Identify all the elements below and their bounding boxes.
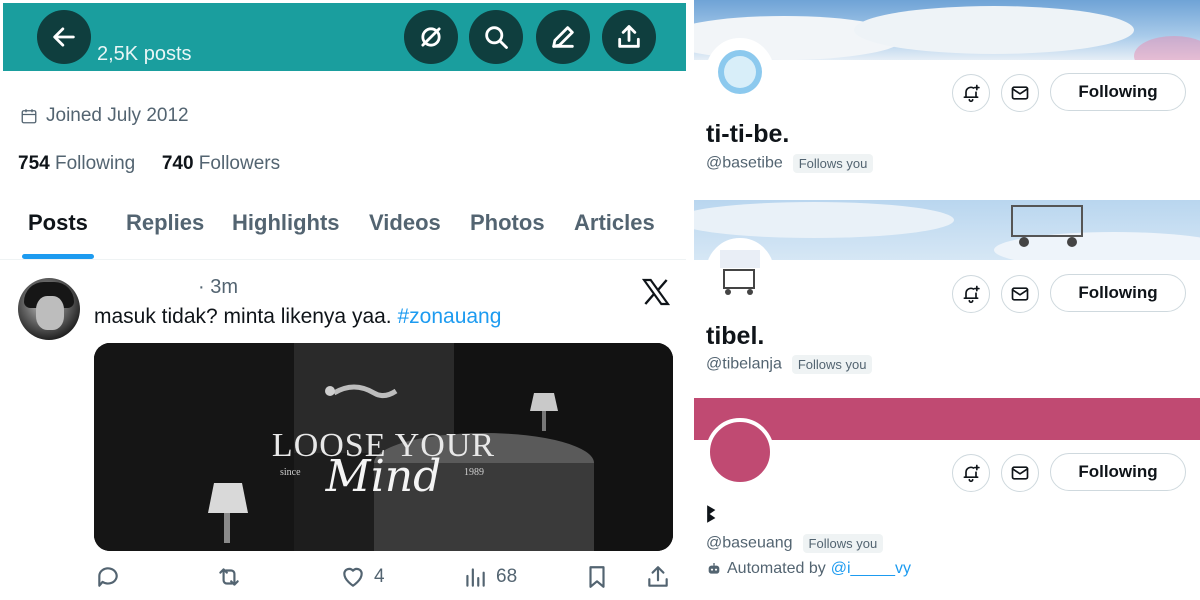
share-post-button[interactable] [645, 564, 671, 590]
post-media-image[interactable]: LOOSE YOUR Mind since 1989 [94, 343, 673, 551]
arrow-left-icon [53, 27, 75, 47]
x-logo-icon [641, 278, 671, 306]
envelope-icon [1011, 86, 1029, 100]
account-avatar[interactable] [706, 238, 774, 306]
search-icon [485, 26, 508, 49]
share-button[interactable] [602, 10, 656, 64]
account-name: ti-ti-be. [706, 120, 790, 148]
notify-button[interactable] [952, 454, 990, 492]
repost-icon [219, 568, 239, 586]
media-title-line2: Mind [325, 451, 442, 502]
active-tab-indicator [22, 254, 94, 259]
followers-count[interactable]: 740 [162, 153, 194, 174]
account-handle-row: @baseuang Follows you [706, 534, 884, 553]
search-button[interactable] [469, 10, 523, 64]
tab-photos[interactable]: Photos [470, 210, 545, 236]
bot-icon [708, 563, 720, 574]
message-button[interactable] [1001, 454, 1039, 492]
following-label[interactable]: Following [55, 153, 135, 174]
tab-highlights[interactable]: Highlights [232, 210, 340, 236]
edit-button[interactable] [536, 10, 590, 64]
tab-videos[interactable]: Videos [369, 210, 441, 236]
media-since: since [280, 467, 301, 478]
grok-button[interactable] [404, 10, 458, 64]
account-name: ꔪ [706, 502, 717, 527]
account-card[interactable]: Following ꔪ @baseuang Follows you Automat… [694, 398, 1200, 600]
share-icon [648, 566, 668, 587]
profile-banner [694, 200, 1200, 260]
repost-button[interactable] [216, 564, 242, 590]
post-count: 2,5K posts [97, 43, 192, 65]
automated-by-link[interactable]: @i_____vy [831, 560, 911, 578]
bookmark-icon [589, 566, 605, 588]
automated-prefix: Automated by [727, 560, 826, 577]
envelope-icon [1011, 287, 1029, 301]
account-avatar[interactable] [706, 38, 774, 106]
joined-date: Joined July 2012 [20, 105, 189, 127]
pencil-icon [552, 26, 574, 48]
following-list: Following ti-ti-be. @basetibe Follows you [694, 0, 1200, 600]
following-count[interactable]: 754 [18, 153, 50, 174]
message-button[interactable] [1001, 275, 1039, 313]
account-name: tibel. [706, 322, 765, 350]
account-handle: @baseuang [706, 534, 793, 552]
tab-posts[interactable]: Posts [28, 210, 88, 236]
message-button[interactable] [1001, 74, 1039, 112]
views-icon [466, 568, 485, 587]
account-handle: @tibelanja [706, 355, 782, 373]
bell-plus-icon [963, 285, 980, 304]
grok-icon [421, 27, 441, 47]
automated-label: Automated by @i_____vy [706, 560, 911, 578]
profile-tabs: Posts Replies Highlights Videos Photos A… [0, 198, 686, 260]
views-button[interactable]: 68 [462, 564, 517, 590]
tab-replies[interactable]: Replies [126, 210, 204, 236]
calendar-icon [21, 109, 37, 124]
profile-panel: 2,5K posts Joined July 2012 754 Followin… [0, 0, 690, 600]
back-button[interactable] [37, 10, 91, 64]
follow-stats: 754 Following 740 Followers [18, 153, 280, 175]
account-handle-row: @basetibe Follows you [706, 154, 874, 173]
post-actions: 4 68 [0, 560, 686, 596]
post-body: masuk tidak? minta likenya yaa. [94, 305, 398, 328]
reply-icon [98, 567, 118, 587]
profile-banner [694, 398, 1200, 440]
account-handle: @basetibe [706, 154, 783, 172]
post-timestamp[interactable]: · 3m [198, 276, 238, 299]
joined-label: Joined July 2012 [46, 105, 189, 126]
reply-button[interactable] [95, 564, 121, 590]
heart-icon [343, 567, 363, 587]
profile-banner [694, 0, 1200, 60]
following-button[interactable]: Following [1050, 73, 1186, 111]
follows-you-badge: Follows you [792, 154, 874, 173]
followers-label[interactable]: Followers [199, 153, 280, 174]
hashtag-link[interactable]: #zonauang [397, 305, 501, 328]
tab-articles[interactable]: Articles [574, 210, 655, 236]
following-button[interactable]: Following [1050, 274, 1186, 312]
notify-button[interactable] [952, 275, 990, 313]
notify-button[interactable] [952, 74, 990, 112]
like-button[interactable]: 4 [340, 564, 385, 590]
following-button[interactable]: Following [1050, 453, 1186, 491]
account-card[interactable]: Following tibel. @tibelanja Follows you [694, 198, 1200, 398]
bell-plus-icon [963, 84, 980, 103]
envelope-icon [1011, 466, 1029, 480]
post-author-avatar[interactable] [18, 278, 80, 340]
share-icon [618, 25, 640, 48]
account-card[interactable]: Following ti-ti-be. @basetibe Follows you [694, 0, 1200, 198]
profile-header: 2,5K posts [3, 3, 686, 71]
view-count: 68 [496, 566, 518, 587]
like-count: 4 [374, 566, 385, 587]
account-avatar[interactable] [706, 418, 774, 486]
follows-you-badge: Follows you [791, 355, 873, 374]
account-handle-row: @tibelanja Follows you [706, 355, 873, 374]
post-text: masuk tidak? minta likenya yaa. #zonauan… [94, 305, 501, 329]
bell-plus-icon [963, 464, 980, 483]
follows-you-badge: Follows you [802, 534, 884, 553]
bookmark-button[interactable] [584, 564, 610, 590]
media-year: 1989 [464, 467, 484, 478]
